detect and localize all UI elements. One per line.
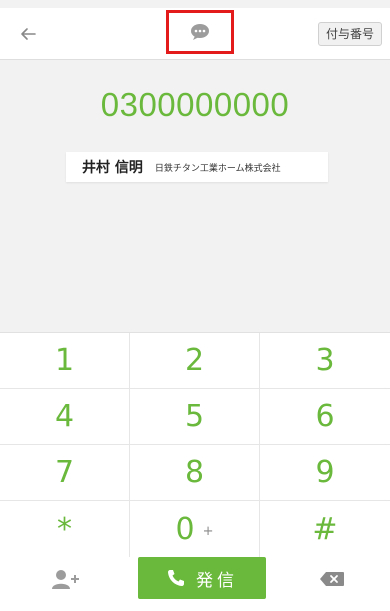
key-digit: # (312, 511, 338, 547)
key-digit: 7 (54, 455, 75, 490)
key-digit: 8 (184, 455, 205, 490)
backspace-icon (320, 572, 344, 586)
key-digit: 0 (175, 511, 195, 547)
key-9[interactable]: 9 (260, 445, 390, 501)
key-8[interactable]: 8 (130, 445, 260, 501)
message-button[interactable] (166, 10, 234, 54)
key-digit: 4 (54, 399, 75, 434)
key-digit: 3 (315, 343, 335, 378)
dialer-screen: 付与番号 0300000000 井村 信明 日鉄チタン工業ホーム株式会社 1 2… (0, 0, 390, 611)
contact-card[interactable]: 井村 信明 日鉄チタン工業ホーム株式会社 (66, 152, 328, 182)
key-1[interactable]: 1 (0, 333, 130, 389)
add-contact-button[interactable] (44, 561, 88, 597)
key-digit: 5 (184, 399, 205, 434)
key-7[interactable]: 7 (0, 445, 130, 501)
bottom-bar: 発信 (0, 557, 390, 611)
call-button[interactable]: 発信 (138, 557, 266, 599)
key-digit: * (57, 511, 72, 547)
key-2[interactable]: 2 (130, 333, 260, 389)
dialed-number: 0300000000 (100, 86, 290, 123)
key-digit: 9 (315, 455, 335, 490)
arrow-left-icon (21, 28, 36, 40)
dial-keypad: 1 2 3 4 5 6 7 8 9 * 0 + # (0, 332, 390, 558)
key-digit: 6 (315, 399, 335, 434)
key-digit: 2 (184, 343, 205, 378)
key-star[interactable]: * (0, 501, 130, 558)
key-0[interactable]: 0 + (130, 501, 260, 558)
key-6[interactable]: 6 (260, 389, 390, 445)
add-person-icon (52, 570, 79, 589)
backspace-button[interactable] (310, 563, 354, 595)
top-bar: 付与番号 (0, 8, 390, 60)
key-3[interactable]: 3 (260, 333, 390, 389)
contact-company: 日鉄チタン工業ホーム株式会社 (154, 163, 281, 174)
key-digit: 1 (54, 343, 75, 378)
back-button[interactable] (14, 20, 42, 48)
number-display-area: 0300000000 井村 信明 日鉄チタン工業ホーム株式会社 (0, 60, 390, 332)
contact-name: 井村 信明 (82, 160, 143, 176)
speech-bubble-icon (191, 24, 209, 40)
key-4[interactable]: 4 (0, 389, 130, 445)
key-5[interactable]: 5 (130, 389, 260, 445)
call-label: 発信 (196, 570, 238, 591)
extension-number-label: 付与番号 (325, 27, 374, 41)
key-plus-label: + (202, 523, 214, 539)
extension-number-button[interactable]: 付与番号 (317, 22, 382, 46)
phone-icon (168, 570, 184, 586)
key-hash[interactable]: # (260, 501, 390, 558)
